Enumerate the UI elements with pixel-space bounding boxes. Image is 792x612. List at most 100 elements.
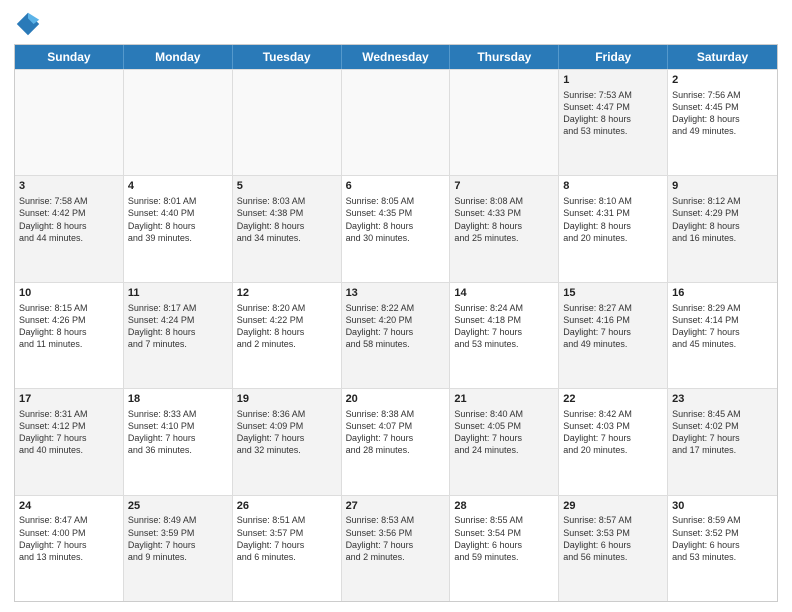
calendar-cell-2-6: 16Sunrise: 8:29 AMSunset: 4:14 PMDayligh… bbox=[668, 283, 777, 388]
cell-text: Sunrise: 8:55 AMSunset: 3:54 PMDaylight:… bbox=[454, 514, 554, 563]
calendar-cell-4-0: 24Sunrise: 8:47 AMSunset: 4:00 PMDayligh… bbox=[15, 496, 124, 601]
cell-text: Sunrise: 8:29 AMSunset: 4:14 PMDaylight:… bbox=[672, 302, 773, 351]
calendar-row-3: 17Sunrise: 8:31 AMSunset: 4:12 PMDayligh… bbox=[15, 388, 777, 494]
cell-text: Sunrise: 8:12 AMSunset: 4:29 PMDaylight:… bbox=[672, 195, 773, 244]
day-number: 1 bbox=[563, 73, 663, 88]
calendar: SundayMondayTuesdayWednesdayThursdayFrid… bbox=[14, 44, 778, 602]
day-number: 25 bbox=[128, 499, 228, 514]
calendar-cell-3-0: 17Sunrise: 8:31 AMSunset: 4:12 PMDayligh… bbox=[15, 389, 124, 494]
day-number: 30 bbox=[672, 499, 773, 514]
calendar-cell-2-3: 13Sunrise: 8:22 AMSunset: 4:20 PMDayligh… bbox=[342, 283, 451, 388]
day-number: 11 bbox=[128, 286, 228, 301]
day-number: 19 bbox=[237, 392, 337, 407]
day-number: 7 bbox=[454, 179, 554, 194]
day-number: 22 bbox=[563, 392, 663, 407]
cell-text: Sunrise: 8:05 AMSunset: 4:35 PMDaylight:… bbox=[346, 195, 446, 244]
day-number: 4 bbox=[128, 179, 228, 194]
day-number: 6 bbox=[346, 179, 446, 194]
day-number: 17 bbox=[19, 392, 119, 407]
day-number: 21 bbox=[454, 392, 554, 407]
calendar-cell-3-1: 18Sunrise: 8:33 AMSunset: 4:10 PMDayligh… bbox=[124, 389, 233, 494]
calendar-cell-4-4: 28Sunrise: 8:55 AMSunset: 3:54 PMDayligh… bbox=[450, 496, 559, 601]
header-day-monday: Monday bbox=[124, 45, 233, 69]
calendar-cell-4-2: 26Sunrise: 8:51 AMSunset: 3:57 PMDayligh… bbox=[233, 496, 342, 601]
day-number: 16 bbox=[672, 286, 773, 301]
cell-text: Sunrise: 8:15 AMSunset: 4:26 PMDaylight:… bbox=[19, 302, 119, 351]
calendar-cell-3-2: 19Sunrise: 8:36 AMSunset: 4:09 PMDayligh… bbox=[233, 389, 342, 494]
day-number: 27 bbox=[346, 499, 446, 514]
header-day-wednesday: Wednesday bbox=[342, 45, 451, 69]
day-number: 8 bbox=[563, 179, 663, 194]
cell-text: Sunrise: 7:58 AMSunset: 4:42 PMDaylight:… bbox=[19, 195, 119, 244]
calendar-cell-0-6: 2Sunrise: 7:56 AMSunset: 4:45 PMDaylight… bbox=[668, 70, 777, 175]
calendar-cell-2-0: 10Sunrise: 8:15 AMSunset: 4:26 PMDayligh… bbox=[15, 283, 124, 388]
header-day-friday: Friday bbox=[559, 45, 668, 69]
calendar-header: SundayMondayTuesdayWednesdayThursdayFrid… bbox=[15, 45, 777, 69]
calendar-cell-2-4: 14Sunrise: 8:24 AMSunset: 4:18 PMDayligh… bbox=[450, 283, 559, 388]
calendar-body: 1Sunrise: 7:53 AMSunset: 4:47 PMDaylight… bbox=[15, 69, 777, 601]
page: SundayMondayTuesdayWednesdayThursdayFrid… bbox=[0, 0, 792, 612]
calendar-cell-4-5: 29Sunrise: 8:57 AMSunset: 3:53 PMDayligh… bbox=[559, 496, 668, 601]
calendar-cell-3-5: 22Sunrise: 8:42 AMSunset: 4:03 PMDayligh… bbox=[559, 389, 668, 494]
calendar-cell-1-4: 7Sunrise: 8:08 AMSunset: 4:33 PMDaylight… bbox=[450, 176, 559, 281]
day-number: 9 bbox=[672, 179, 773, 194]
cell-text: Sunrise: 8:20 AMSunset: 4:22 PMDaylight:… bbox=[237, 302, 337, 351]
cell-text: Sunrise: 8:33 AMSunset: 4:10 PMDaylight:… bbox=[128, 408, 228, 457]
day-number: 20 bbox=[346, 392, 446, 407]
logo bbox=[14, 10, 46, 38]
day-number: 15 bbox=[563, 286, 663, 301]
day-number: 18 bbox=[128, 392, 228, 407]
header-day-sunday: Sunday bbox=[15, 45, 124, 69]
day-number: 10 bbox=[19, 286, 119, 301]
day-number: 12 bbox=[237, 286, 337, 301]
cell-text: Sunrise: 8:51 AMSunset: 3:57 PMDaylight:… bbox=[237, 514, 337, 563]
calendar-cell-3-3: 20Sunrise: 8:38 AMSunset: 4:07 PMDayligh… bbox=[342, 389, 451, 494]
calendar-cell-0-0 bbox=[15, 70, 124, 175]
calendar-cell-4-1: 25Sunrise: 8:49 AMSunset: 3:59 PMDayligh… bbox=[124, 496, 233, 601]
cell-text: Sunrise: 8:45 AMSunset: 4:02 PMDaylight:… bbox=[672, 408, 773, 457]
cell-text: Sunrise: 8:22 AMSunset: 4:20 PMDaylight:… bbox=[346, 302, 446, 351]
day-number: 2 bbox=[672, 73, 773, 88]
day-number: 5 bbox=[237, 179, 337, 194]
day-number: 28 bbox=[454, 499, 554, 514]
cell-text: Sunrise: 7:56 AMSunset: 4:45 PMDaylight:… bbox=[672, 89, 773, 138]
header-day-tuesday: Tuesday bbox=[233, 45, 342, 69]
day-number: 23 bbox=[672, 392, 773, 407]
calendar-row-1: 3Sunrise: 7:58 AMSunset: 4:42 PMDaylight… bbox=[15, 175, 777, 281]
calendar-cell-1-6: 9Sunrise: 8:12 AMSunset: 4:29 PMDaylight… bbox=[668, 176, 777, 281]
cell-text: Sunrise: 8:57 AMSunset: 3:53 PMDaylight:… bbox=[563, 514, 663, 563]
calendar-cell-1-0: 3Sunrise: 7:58 AMSunset: 4:42 PMDaylight… bbox=[15, 176, 124, 281]
cell-text: Sunrise: 8:42 AMSunset: 4:03 PMDaylight:… bbox=[563, 408, 663, 457]
calendar-cell-0-2 bbox=[233, 70, 342, 175]
cell-text: Sunrise: 8:49 AMSunset: 3:59 PMDaylight:… bbox=[128, 514, 228, 563]
cell-text: Sunrise: 8:08 AMSunset: 4:33 PMDaylight:… bbox=[454, 195, 554, 244]
header-day-saturday: Saturday bbox=[668, 45, 777, 69]
calendar-cell-0-3 bbox=[342, 70, 451, 175]
calendar-cell-1-3: 6Sunrise: 8:05 AMSunset: 4:35 PMDaylight… bbox=[342, 176, 451, 281]
calendar-row-0: 1Sunrise: 7:53 AMSunset: 4:47 PMDaylight… bbox=[15, 69, 777, 175]
calendar-cell-0-4 bbox=[450, 70, 559, 175]
calendar-row-4: 24Sunrise: 8:47 AMSunset: 4:00 PMDayligh… bbox=[15, 495, 777, 601]
cell-text: Sunrise: 8:27 AMSunset: 4:16 PMDaylight:… bbox=[563, 302, 663, 351]
calendar-cell-1-2: 5Sunrise: 8:03 AMSunset: 4:38 PMDaylight… bbox=[233, 176, 342, 281]
header-day-thursday: Thursday bbox=[450, 45, 559, 69]
calendar-cell-4-3: 27Sunrise: 8:53 AMSunset: 3:56 PMDayligh… bbox=[342, 496, 451, 601]
cell-text: Sunrise: 8:31 AMSunset: 4:12 PMDaylight:… bbox=[19, 408, 119, 457]
day-number: 24 bbox=[19, 499, 119, 514]
calendar-row-2: 10Sunrise: 8:15 AMSunset: 4:26 PMDayligh… bbox=[15, 282, 777, 388]
cell-text: Sunrise: 8:01 AMSunset: 4:40 PMDaylight:… bbox=[128, 195, 228, 244]
cell-text: Sunrise: 8:53 AMSunset: 3:56 PMDaylight:… bbox=[346, 514, 446, 563]
cell-text: Sunrise: 8:59 AMSunset: 3:52 PMDaylight:… bbox=[672, 514, 773, 563]
day-number: 26 bbox=[237, 499, 337, 514]
calendar-cell-0-1 bbox=[124, 70, 233, 175]
calendar-cell-3-4: 21Sunrise: 8:40 AMSunset: 4:05 PMDayligh… bbox=[450, 389, 559, 494]
calendar-cell-2-2: 12Sunrise: 8:20 AMSunset: 4:22 PMDayligh… bbox=[233, 283, 342, 388]
cell-text: Sunrise: 7:53 AMSunset: 4:47 PMDaylight:… bbox=[563, 89, 663, 138]
cell-text: Sunrise: 8:36 AMSunset: 4:09 PMDaylight:… bbox=[237, 408, 337, 457]
header bbox=[14, 10, 778, 38]
calendar-cell-3-6: 23Sunrise: 8:45 AMSunset: 4:02 PMDayligh… bbox=[668, 389, 777, 494]
calendar-cell-2-1: 11Sunrise: 8:17 AMSunset: 4:24 PMDayligh… bbox=[124, 283, 233, 388]
cell-text: Sunrise: 8:38 AMSunset: 4:07 PMDaylight:… bbox=[346, 408, 446, 457]
calendar-cell-0-5: 1Sunrise: 7:53 AMSunset: 4:47 PMDaylight… bbox=[559, 70, 668, 175]
day-number: 14 bbox=[454, 286, 554, 301]
